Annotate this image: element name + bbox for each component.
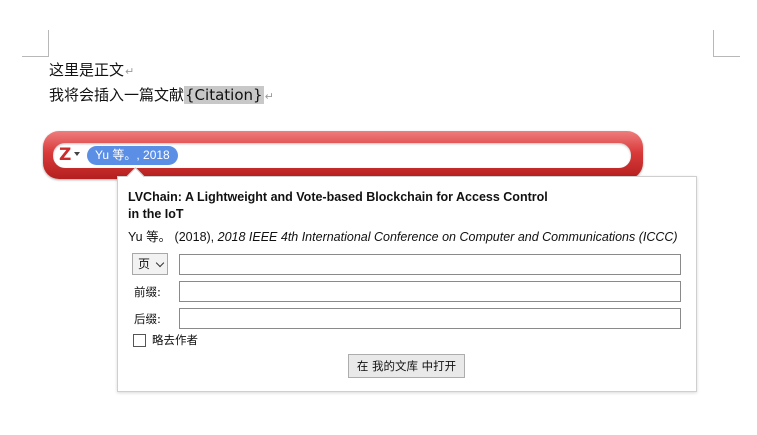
- reference-authors-year: Yu 等。 (2018),: [128, 230, 218, 244]
- omit-author-label[interactable]: 略去作者: [152, 333, 198, 347]
- citation-bubble[interactable]: Yu 等。, 2018: [87, 146, 178, 165]
- locator-input[interactable]: [179, 254, 681, 275]
- reference-venue: 2018 IEEE 4th International Conference o…: [217, 230, 678, 244]
- page-corner-mark-left: [22, 30, 49, 57]
- omit-author-checkbox[interactable]: [133, 334, 146, 347]
- suffix-input[interactable]: [179, 308, 681, 329]
- prefix-input[interactable]: [179, 281, 681, 302]
- body-text: 我将会插入一篇文献: [49, 86, 185, 104]
- paragraph-mark-icon: ↵: [125, 65, 135, 78]
- reference-details-panel: LVChain: A Lightweight and Vote-based Bl…: [117, 176, 697, 392]
- citation-search-input[interactable]: Z Yu 等。, 2018: [53, 143, 631, 168]
- locator-type-select[interactable]: 页: [132, 253, 168, 275]
- prefix-label: 前缀:: [134, 285, 161, 299]
- open-in-library-button[interactable]: 在 我的文库 中打开: [348, 354, 465, 378]
- reference-title: LVChain: A Lightweight and Vote-based Bl…: [128, 190, 548, 221]
- locator-type-value: 页: [138, 257, 151, 271]
- citation-field[interactable]: {Citation}: [184, 86, 264, 104]
- page-corner-mark-right: [713, 30, 740, 57]
- document-line-1: 这里是正文↵: [49, 60, 134, 82]
- chevron-down-icon[interactable]: [74, 152, 80, 156]
- body-text: 这里是正文: [49, 61, 125, 79]
- paragraph-mark-icon: ↵: [264, 90, 274, 103]
- chevron-down-icon: [155, 258, 165, 268]
- document-line-2: 我将会插入一篇文献{Citation} ↵: [49, 85, 274, 107]
- zotero-logo-icon[interactable]: Z: [59, 146, 73, 164]
- reference-metadata: Yu 等。 (2018), 2018 IEEE 4th Internationa…: [128, 229, 678, 245]
- suffix-label: 后缀:: [134, 312, 161, 326]
